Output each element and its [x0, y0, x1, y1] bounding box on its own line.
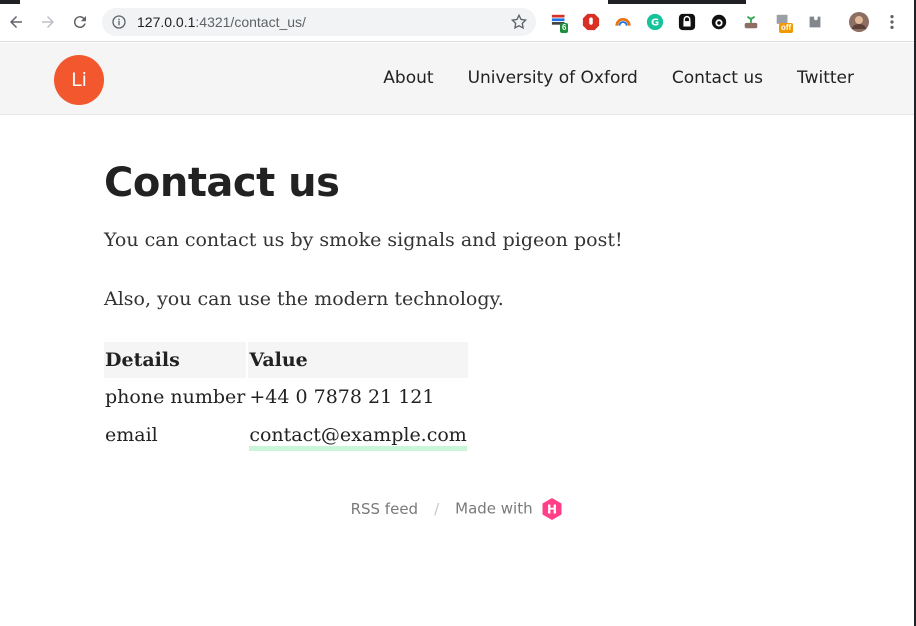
site-logo[interactable]: Li: [54, 55, 104, 105]
made-with-link[interactable]: Made with: [455, 500, 532, 518]
column-header-value: Value: [248, 342, 468, 378]
hugo-letter: H: [547, 503, 557, 517]
main-content: Contact us You can contact us by smoke s…: [104, 158, 864, 454]
ext-off-badge: off: [779, 23, 794, 33]
email-value-cell: contact@example.com: [248, 416, 467, 454]
email-label-cell: email: [105, 424, 158, 446]
kebab-menu-icon: [890, 14, 894, 30]
table-row: email contact@example.com: [104, 416, 468, 454]
forward-arrow-icon: [42, 16, 54, 28]
contact-table: Details Value phone number +44 0 7878 21…: [102, 342, 470, 454]
url-path: :4321/contact_us/: [195, 14, 306, 30]
rss-feed-link[interactable]: RSS feed: [351, 500, 419, 518]
bookmark-star-icon[interactable]: [510, 13, 528, 31]
info-icon[interactable]: [111, 14, 127, 30]
back-arrow-icon: [10, 16, 22, 28]
table-header-row: Details Value: [104, 342, 468, 378]
browser-menu-button[interactable]: [882, 12, 902, 32]
page-title: Contact us: [104, 160, 340, 206]
github-icon[interactable]: [709, 12, 729, 32]
email-link[interactable]: contact@example.com: [249, 424, 467, 451]
ext-count-badge: 6: [560, 23, 569, 33]
back-button[interactable]: [3, 9, 29, 35]
nav-link-university[interactable]: University of Oxford: [468, 68, 638, 88]
nav-link-about[interactable]: About: [383, 68, 433, 88]
reload-button[interactable]: [67, 9, 93, 35]
table-row: phone number +44 0 7878 21 121: [104, 378, 468, 416]
site-nav: About University of Oxford Contact us Tw…: [383, 68, 854, 88]
modern-tech-paragraph: Also, you can use the modern technology.: [104, 288, 504, 310]
nav-link-contact[interactable]: Contact us: [672, 68, 763, 88]
forward-button[interactable]: [35, 9, 61, 35]
profile-avatar[interactable]: [849, 12, 869, 32]
site-header: Li About University of Oxford Contact us…: [0, 43, 914, 115]
hugo-logo-icon[interactable]: H: [541, 497, 563, 521]
off-badge-icon[interactable]: off: [773, 12, 794, 33]
nav-link-twitter[interactable]: Twitter: [797, 68, 854, 88]
phone-label-cell: phone number: [105, 386, 246, 408]
site-footer: RSS feed / Made with H: [0, 497, 914, 521]
puzzle-icon[interactable]: [805, 12, 825, 32]
footer-separator: /: [434, 500, 440, 518]
plant-icon[interactable]: [741, 12, 761, 32]
adblock-icon[interactable]: [581, 12, 601, 32]
url-host: 127.0.0.1: [137, 14, 196, 30]
grammarly-icon[interactable]: G: [645, 12, 665, 32]
intro-paragraph: You can contact us by smoke signals and …: [104, 229, 623, 251]
address-bar[interactable]: 127.0.0.1:4321/contact_us/: [102, 8, 536, 36]
rainbow-icon[interactable]: [613, 12, 633, 32]
url-text: 127.0.0.1:4321/contact_us/: [137, 14, 306, 30]
browser-toolbar: 127.0.0.1:4321/contact_us/ 6 G off: [0, 4, 916, 42]
reload-icon: [73, 16, 86, 29]
phone-value-cell: +44 0 7878 21 121: [249, 386, 435, 408]
svg-text:G: G: [651, 18, 659, 29]
stack-ext-icon[interactable]: 6: [550, 12, 570, 33]
lock-ext-icon[interactable]: [677, 12, 697, 32]
column-header-details: Details: [104, 342, 247, 378]
made-with-credit: Made with H: [455, 497, 563, 521]
